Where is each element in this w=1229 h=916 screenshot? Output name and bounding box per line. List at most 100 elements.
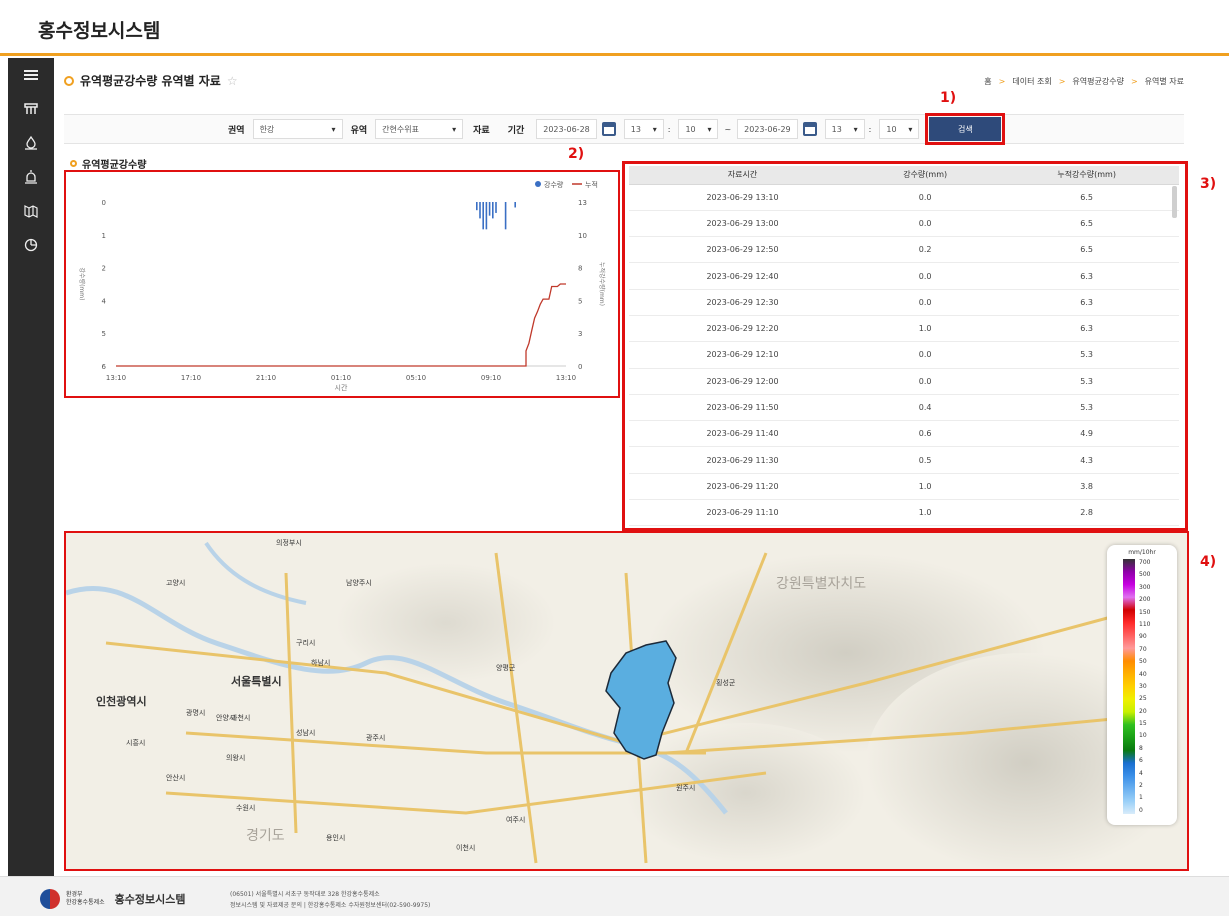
legend-tick-label: 20 [1139, 707, 1147, 715]
calendar-icon[interactable] [601, 122, 616, 136]
cell-rain: 0.0 [856, 262, 995, 290]
table-scrollbar[interactable] [1172, 186, 1177, 218]
cell-time: 2023-06-29 12:30 [629, 289, 857, 316]
cell-rain: 0.4 [856, 394, 995, 422]
region-select[interactable]: 한강 ▾ [252, 119, 343, 139]
chevron-down-icon: ▾ [331, 124, 336, 134]
breadcrumb-data[interactable]: 데이터 조회 [1012, 76, 1051, 87]
legend-tick-label: 4 [1139, 769, 1143, 777]
rainfall-bar [488, 202, 491, 216]
map-place-label: 구리시 [296, 639, 316, 647]
rainfall-bar [485, 202, 488, 230]
map-place-label: 용인시 [326, 834, 346, 842]
page-header: 유역평균강수량 유역별 자료 ☆ [64, 72, 238, 89]
footer-org-line2: 한강홍수통제소 [66, 899, 105, 906]
table-body: 2023-06-29 13:10 0.0 6.5 2023-06-29 13:00 0.… [629, 184, 1179, 526]
search-button[interactable]: 검색 [929, 117, 1002, 141]
map-icon[interactable] [8, 194, 54, 228]
x-tick-label: 17:10 [181, 374, 201, 382]
table-row[interactable]: 2023-06-29 11:20 1.0 3.8 [629, 473, 1179, 501]
chart-pie-icon[interactable] [8, 228, 54, 262]
legend-tick-label: 500 [1139, 571, 1151, 579]
legend-color-bar [1123, 559, 1135, 814]
end-hour-select[interactable]: 13 ▾ [824, 119, 865, 139]
legend-tick-label: 25 [1139, 695, 1147, 703]
cell-time: 2023-06-29 12:40 [629, 262, 857, 290]
legend-tick-label: 70 [1139, 645, 1147, 653]
table-row[interactable]: 2023-06-29 11:30 0.5 4.3 [629, 446, 1179, 474]
cell-rain: 1.0 [856, 315, 995, 343]
col-header-time[interactable]: 자료시간 [629, 166, 857, 185]
table-row[interactable]: 2023-06-29 12:50 0.2 6.5 [629, 236, 1179, 264]
col-header-cumulative[interactable]: 누적강수량(mm) [994, 166, 1179, 185]
rainfall-map[interactable]: 의정부시 남양주시 서울특별시 인천광역시 하남시 과천시 광주시 성남시 안양시 시흥시 의왕시 안… [66, 533, 1187, 869]
legend-tick-label: 8 [1139, 744, 1143, 752]
y-left-tick-label: 6 [102, 363, 107, 371]
breadcrumb-home[interactable]: 홈 [984, 76, 991, 87]
col-header-rain[interactable]: 강수량(mm) [856, 166, 995, 185]
map-place-label: 고양시 [166, 579, 186, 587]
table-row[interactable]: 2023-06-29 12:10 0.0 5.3 [629, 341, 1179, 369]
start-date-input[interactable]: 2023-06-28 [536, 119, 597, 139]
start-hour-select[interactable]: 13 ▾ [623, 119, 664, 139]
y-right-axis-label: 누적강수량(mm) [598, 262, 606, 306]
cell-cumulative: 6.3 [994, 262, 1179, 290]
end-min-select[interactable]: 10 ▾ [879, 119, 920, 139]
table-row[interactable]: 2023-06-29 11:50 0.4 5.3 [629, 394, 1179, 422]
calendar-icon[interactable] [802, 122, 817, 136]
table-row[interactable]: 2023-06-29 13:10 0.0 6.5 [629, 184, 1179, 211]
cell-rain: 0.0 [856, 368, 995, 395]
cell-time: 2023-06-29 11:30 [629, 446, 857, 474]
end-hour-value: 13 [831, 124, 842, 134]
table-row[interactable]: 2023-06-29 12:40 0.0 6.3 [629, 262, 1179, 290]
footer-address-block: (06501) 서울특별시 서초구 동작대로 328 한강홍수통제소 정보시스템… [230, 889, 430, 911]
legend-tick-label: 2 [1139, 782, 1143, 790]
x-axis-label: 시간 [335, 383, 348, 392]
rainfall-bar [504, 202, 507, 230]
map-place-label: 하남시 [311, 659, 331, 667]
cell-time: 2023-06-29 11:10 [629, 499, 857, 526]
region-label: 권역 [228, 125, 245, 136]
legend-tick-label: 0 [1139, 806, 1143, 814]
table-row[interactable]: 2023-06-29 12:30 0.0 6.3 [629, 289, 1179, 316]
bullet-icon [64, 75, 74, 86]
cell-cumulative: 6.3 [994, 315, 1179, 343]
table-row[interactable]: 2023-06-29 11:40 0.6 4.9 [629, 420, 1179, 448]
dam-icon[interactable] [8, 92, 54, 126]
bullet-icon [70, 160, 77, 167]
footer-logo: 환경부 한강홍수통제소 홍수정보시스템 [40, 889, 185, 909]
cell-rain: 0.6 [856, 420, 995, 448]
legend-tick-label: 1 [1139, 794, 1143, 802]
table-row[interactable]: 2023-06-29 12:20 1.0 6.3 [629, 315, 1179, 343]
y-right-tick-label: 8 [578, 265, 582, 273]
page-title: 유역평균강수량 유역별 자료 [80, 74, 221, 88]
cell-rain: 0.0 [856, 341, 995, 369]
table-row[interactable]: 2023-06-29 13:00 0.0 6.5 [629, 210, 1179, 238]
menu-icon[interactable] [8, 58, 54, 92]
y-right-tick-label: 0 [578, 363, 582, 371]
time-colon: : [667, 124, 671, 134]
basin-label: 유역 [350, 125, 368, 136]
cell-cumulative: 2.8 [994, 499, 1179, 526]
map-place-label: 여주시 [506, 816, 526, 824]
map-place-label: 횡성군 [716, 679, 736, 687]
start-min-select[interactable]: 10 ▾ [678, 119, 719, 139]
breadcrumb-rainfall[interactable]: 유역평균강수량 [1072, 76, 1124, 87]
legend-tick-label: 200 [1139, 596, 1151, 604]
favorite-star-icon[interactable]: ☆ [227, 74, 238, 88]
rainfall-chart-svg: 0124561310853013:10 17:10 21:10 01:10 05:10 0… [78, 180, 606, 392]
rainfall-table-wrap[interactable]: 자료시간 강수량(mm) 누적강수량(mm) 2023-06-29 13:10 0… [629, 166, 1187, 526]
chevron-down-icon: ▾ [853, 124, 858, 134]
cell-time: 2023-06-29 12:20 [629, 315, 857, 343]
end-date-input[interactable]: 2023-06-29 [737, 119, 798, 139]
rain-icon[interactable] [8, 126, 54, 160]
basin-select[interactable]: 간현수위표 ▾ [375, 119, 464, 139]
y-right-tick-label: 5 [578, 297, 582, 305]
table-row[interactable]: 2023-06-29 12:00 0.0 5.3 [629, 368, 1179, 395]
table-row[interactable]: 2023-06-29 11:10 1.0 2.8 [629, 499, 1179, 526]
legend-cumulative-label: 누적 [585, 180, 598, 189]
annotation-marker-3: 3) [1200, 176, 1217, 192]
y-right-tick-label: 10 [578, 232, 587, 240]
government-emblem-icon [40, 889, 60, 909]
alert-icon[interactable] [8, 160, 54, 194]
